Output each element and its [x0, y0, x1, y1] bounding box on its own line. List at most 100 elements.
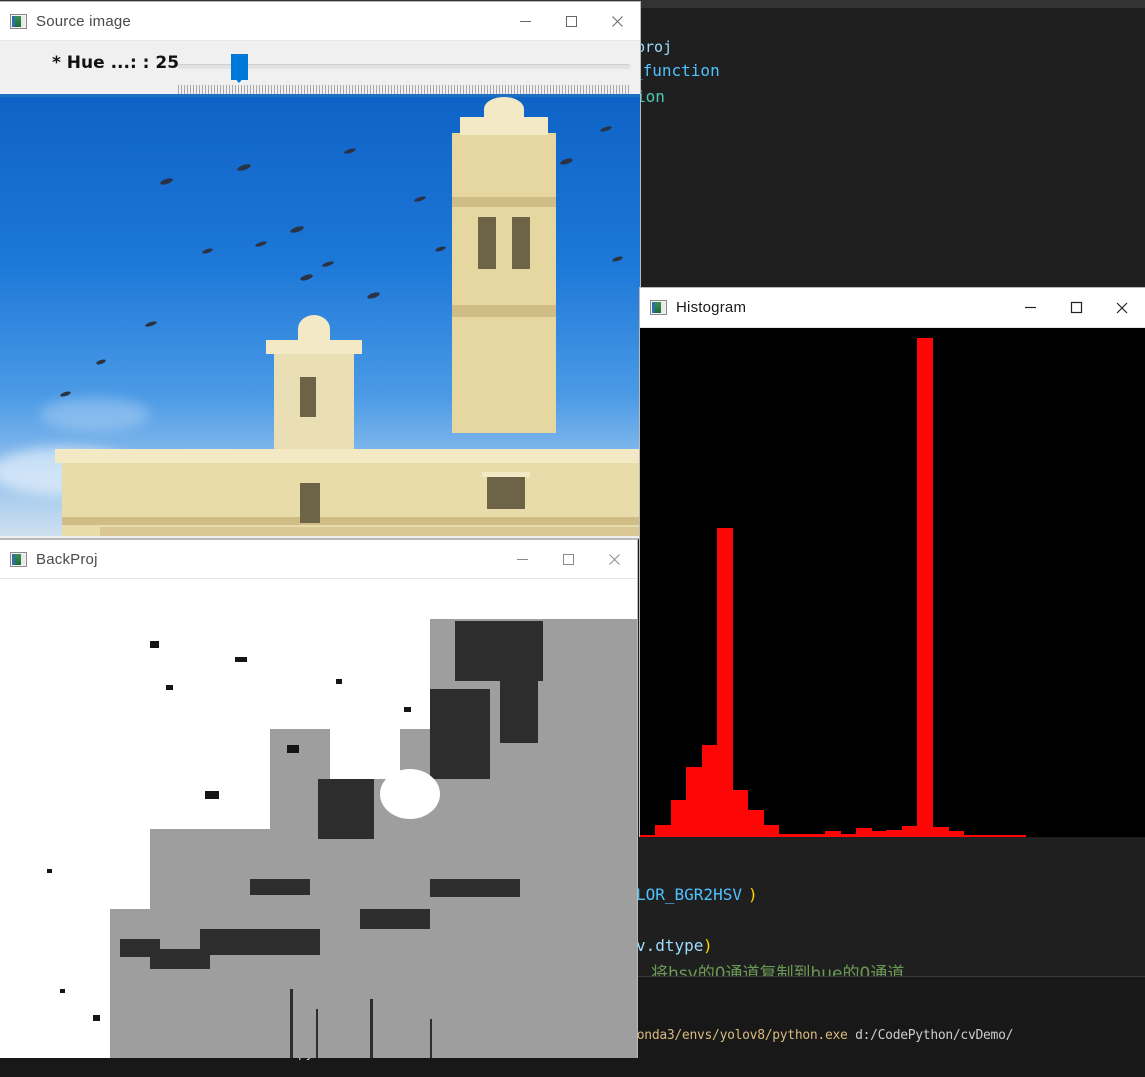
histogram-canvas[interactable] — [640, 328, 1145, 837]
code-line-0: proj — [636, 38, 673, 56]
source-image-window-controls — [502, 2, 640, 40]
tower-window — [478, 217, 496, 269]
mask-hole — [330, 719, 400, 779]
source-image-window[interactable]: Source image * Hue ...: : 25 — [0, 2, 640, 538]
histogram-bar — [640, 834, 656, 837]
code-line-3-paren: ) — [748, 885, 758, 904]
histogram-bar — [871, 831, 887, 837]
hue-trackbar-area[interactable]: * Hue ...: : 25 — [0, 41, 640, 97]
screen: proj _function ion LOR_BGR2HSV ) v.dtype… — [0, 0, 1145, 1077]
histogram-title: Histogram — [676, 299, 747, 316]
terminal-script: d:/CodePython/cvDemo/ — [855, 1028, 1014, 1043]
minimize-icon[interactable] — [502, 2, 548, 40]
tower-right-band — [452, 197, 556, 207]
maximize-icon[interactable] — [548, 2, 594, 40]
histogram-bar — [978, 835, 995, 837]
mask-noise — [430, 689, 490, 779]
histogram-bar — [917, 338, 934, 837]
minimize-icon[interactable] — [1007, 289, 1053, 327]
histogram-window-controls — [1007, 289, 1145, 327]
mask-speck — [336, 679, 342, 684]
mask-noise — [360, 909, 430, 929]
code-line-4: v.dtype — [636, 936, 704, 955]
mask-streak — [370, 999, 373, 1058]
mask-speck — [404, 707, 411, 712]
mask-noise — [500, 623, 538, 743]
histogram-plot — [640, 328, 1145, 837]
histogram-bar — [686, 767, 703, 837]
tower-right-dome — [484, 97, 524, 121]
facade-window-frame — [482, 472, 530, 477]
histogram-bar — [794, 834, 810, 837]
code-line-3: LOR_BGR2HSV — [636, 885, 742, 904]
tower-right-band — [452, 305, 556, 317]
mask-speck — [235, 657, 247, 662]
histogram-bars — [640, 328, 1145, 837]
mask-region-body — [150, 829, 637, 919]
hue-trackbar-ticks — [178, 85, 630, 94]
mask-streak — [290, 989, 293, 1058]
main-cornice — [55, 449, 640, 463]
facade-window — [300, 483, 320, 523]
opencv-window-icon — [10, 13, 27, 29]
mask-noise — [318, 779, 374, 839]
mask-speck — [205, 791, 219, 799]
maximize-icon[interactable] — [1053, 289, 1099, 327]
mask-streak — [430, 1019, 432, 1058]
source-image-titlebar[interactable]: Source image — [0, 2, 640, 41]
histogram-bar — [824, 831, 841, 837]
backprojection-mask — [0, 579, 637, 1058]
backproj-titlebar[interactable]: BackProj — [0, 540, 637, 579]
mask-noise — [200, 929, 320, 955]
histogram-bar — [701, 744, 718, 837]
backproj-window[interactable]: BackProj — [0, 540, 637, 1058]
opencv-window-icon — [650, 300, 667, 315]
minimize-icon[interactable] — [499, 540, 545, 578]
main-base — [100, 527, 640, 536]
mask-speck — [47, 869, 52, 873]
histogram-bar — [994, 835, 1011, 837]
code-line-1: _function — [633, 61, 720, 80]
backproj-window-controls — [499, 540, 637, 578]
histogram-bar — [840, 834, 857, 837]
backproj-canvas[interactable] — [0, 579, 637, 1058]
source-image-title: Source image — [36, 12, 131, 30]
tower-window — [512, 217, 530, 269]
opencv-window-icon — [10, 551, 27, 567]
histogram-bar — [901, 826, 918, 837]
histogram-bar — [963, 835, 980, 837]
close-icon[interactable] — [591, 540, 637, 578]
histogram-bar — [670, 799, 687, 837]
histogram-bar — [932, 827, 949, 837]
histogram-window[interactable]: Histogram — [640, 288, 1145, 837]
mask-speck — [166, 685, 173, 690]
mask-noise — [430, 879, 520, 897]
histogram-bar — [855, 828, 872, 837]
histogram-bar — [717, 527, 733, 837]
maximize-icon[interactable] — [545, 540, 591, 578]
mask-noise — [250, 879, 310, 895]
histogram-bar — [763, 824, 780, 837]
histogram-bar — [1009, 835, 1026, 837]
source-image-canvas[interactable] — [0, 97, 640, 536]
mask-speck — [60, 989, 65, 993]
close-icon[interactable] — [1099, 289, 1145, 327]
hue-trackbar-label: * Hue ...: : 25 — [52, 53, 180, 73]
mask-speck — [150, 641, 159, 648]
close-icon[interactable] — [594, 2, 640, 40]
mask-region-body — [110, 909, 637, 1058]
histogram-titlebar[interactable]: Histogram — [640, 288, 1145, 328]
hue-trackbar-thumb[interactable] — [231, 54, 248, 83]
backproj-title: BackProj — [36, 550, 98, 568]
histogram-bar — [778, 834, 795, 837]
tower-left-dome — [298, 315, 330, 343]
histogram-bar — [886, 829, 903, 837]
facade-window — [487, 477, 525, 509]
mask-noise — [120, 939, 160, 957]
histogram-bar — [747, 809, 764, 837]
mask-streak — [316, 1009, 318, 1058]
cloud — [40, 397, 150, 431]
mask-speck — [287, 745, 299, 753]
tower-window — [300, 377, 316, 417]
code-line-2: ion — [636, 87, 665, 106]
